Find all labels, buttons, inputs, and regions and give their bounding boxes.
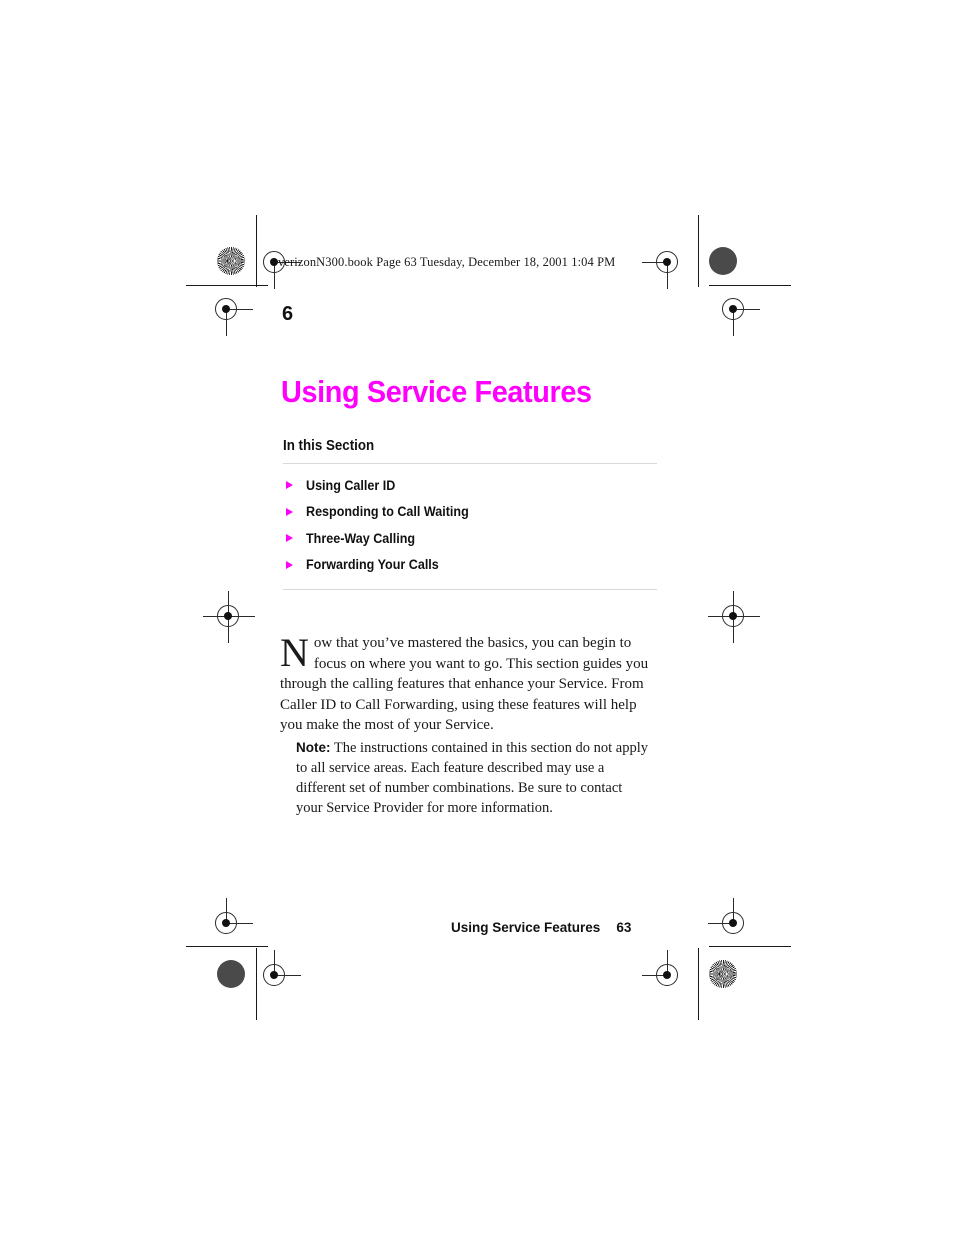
chapter-number: 6 xyxy=(282,303,294,325)
triangle-bullet-icon xyxy=(286,481,293,490)
document-page: verizonN300.book Page 63 Tuesday, Decemb… xyxy=(0,0,954,1235)
list-item-label: Responding to Call Waiting xyxy=(306,504,469,520)
intro-body-text: ow that you’ve mastered the basics, you … xyxy=(280,635,649,733)
triangle-bullet-icon xyxy=(286,534,293,543)
note-block: Note: The instructions contained in this… xyxy=(296,738,652,818)
section-rule-bottom xyxy=(283,589,657,590)
list-item[interactable]: Responding to Call Waiting xyxy=(283,499,663,526)
registration-mark-bottom-right-inner xyxy=(642,950,694,1002)
halftone-burst-circle-top-left xyxy=(217,247,245,275)
registration-mark-middle-right xyxy=(708,591,760,643)
list-item-label: Using Caller ID xyxy=(306,477,396,493)
triangle-bullet-icon xyxy=(286,560,293,569)
registration-mark-right-top xyxy=(708,284,760,336)
crop-mark-bottom-left-vertical xyxy=(256,948,257,1020)
drop-cap: N xyxy=(280,630,309,675)
in-this-section-list: Using Caller ID Responding to Call Waiti… xyxy=(283,472,663,578)
page-title: Using Service Features xyxy=(281,373,592,409)
crop-mark-bottom-left-horizontal xyxy=(186,946,268,947)
crop-mark-bottom-right-horizontal xyxy=(709,946,791,947)
crop-mark-top-right-vertical xyxy=(698,215,699,287)
triangle-bullet-icon xyxy=(286,507,293,516)
solid-density-circle-bottom-left xyxy=(217,960,245,988)
list-item-label: Forwarding Your Calls xyxy=(306,557,439,573)
crop-mark-bottom-right-vertical xyxy=(698,948,699,1020)
halftone-burst-circle-bottom-right xyxy=(709,960,737,988)
section-heading: In this Section xyxy=(283,438,375,454)
crop-mark-top-left-vertical xyxy=(256,215,257,287)
list-item[interactable]: Three-Way Calling xyxy=(283,525,663,552)
note-body-text: The instructions contained in this secti… xyxy=(296,740,648,816)
intro-paragraph: Now that you’ve mastered the basics, you… xyxy=(280,633,658,736)
registration-mark-right-bottom xyxy=(708,898,760,950)
registration-mark-left-bottom xyxy=(201,898,253,950)
footer-page-number: 63 xyxy=(616,920,632,935)
solid-density-circle-top-right xyxy=(709,247,737,275)
file-header-line: verizonN300.book Page 63 Tuesday, Decemb… xyxy=(278,255,616,269)
section-rule-top xyxy=(283,463,657,464)
registration-mark-top-right-inner xyxy=(642,237,694,289)
footer-title: Using Service Features xyxy=(451,920,601,935)
list-item-label: Three-Way Calling xyxy=(306,530,416,546)
registration-mark-left-top xyxy=(201,284,253,336)
page-footer: Using Service Features 63 xyxy=(451,920,631,935)
list-item[interactable]: Using Caller ID xyxy=(283,472,663,499)
note-label: Note: xyxy=(296,740,331,755)
registration-mark-middle-left xyxy=(203,591,255,643)
list-item[interactable]: Forwarding Your Calls xyxy=(283,552,663,579)
